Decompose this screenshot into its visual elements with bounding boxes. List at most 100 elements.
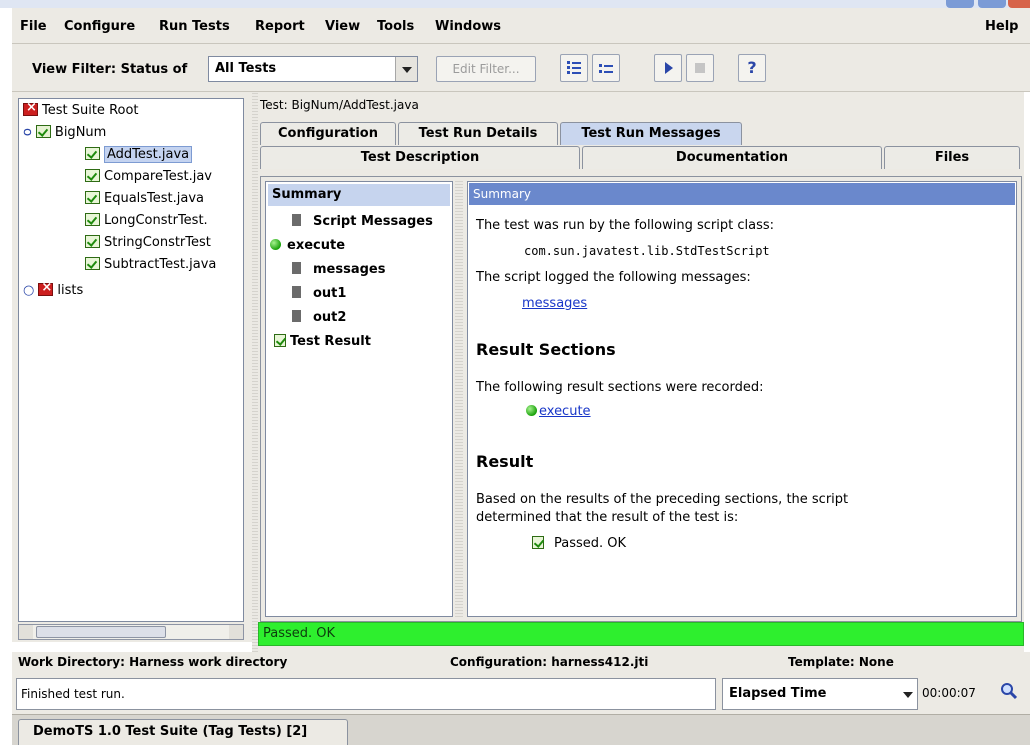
menu-run-tests[interactable]: Run Tests bbox=[159, 19, 230, 34]
magnifier-icon[interactable] bbox=[1000, 682, 1018, 700]
template-info: Template: None bbox=[788, 655, 894, 669]
passed-folder-icon bbox=[35, 125, 51, 138]
section-item[interactable]: out1 bbox=[292, 286, 346, 301]
stop-icon bbox=[695, 63, 705, 73]
summary-detail: Summary The test was run by the followin… bbox=[467, 181, 1017, 617]
view-filter-label: View Filter: Status of bbox=[32, 62, 188, 77]
tree-node-test[interactable]: StringConstrTest bbox=[85, 235, 211, 250]
chevron-down-icon bbox=[897, 679, 917, 709]
section-item[interactable]: Script Messages bbox=[292, 214, 433, 229]
section-item[interactable]: Test Result bbox=[274, 334, 371, 349]
script-class: com.sun.javatest.lib.StdTestScript bbox=[524, 244, 770, 258]
status-bar: Finished test run. Elapsed Time 00:00:07 bbox=[12, 674, 1030, 714]
result-sections-heading: Result Sections bbox=[476, 340, 616, 359]
content-splitter[interactable] bbox=[455, 181, 463, 617]
pass-status-icon bbox=[526, 405, 537, 416]
view-filter-value: All Tests bbox=[215, 61, 277, 76]
menu-report[interactable]: Report bbox=[255, 19, 305, 34]
passed-test-icon bbox=[85, 169, 100, 182]
tree-horizontal-scrollbar[interactable] bbox=[18, 624, 244, 640]
tab-files[interactable]: Files bbox=[884, 146, 1020, 169]
tab-test-run-messages[interactable]: Test Run Messages bbox=[560, 122, 742, 145]
document-icon bbox=[292, 262, 301, 274]
info-bar: Work Directory: Harness work directory C… bbox=[12, 652, 1030, 674]
list-expand-icon bbox=[567, 61, 581, 74]
collapse-tree-button[interactable] bbox=[592, 54, 620, 82]
failed-folder-icon bbox=[38, 280, 54, 296]
close-button[interactable] bbox=[1008, 0, 1030, 8]
section-list: Summary Script Messages execute messages… bbox=[265, 181, 453, 617]
passed-test-icon bbox=[85, 235, 100, 248]
section-item[interactable]: execute bbox=[270, 238, 345, 253]
recorded-text: The following result sections were recor… bbox=[476, 380, 764, 395]
suite-tab-strip: DemoTS 1.0 Test Suite (Tag Tests) [2] bbox=[12, 714, 1030, 745]
tree-node-test[interactable]: CompareTest.jav bbox=[85, 169, 212, 184]
tab-test-suite[interactable]: DemoTS 1.0 Test Suite (Tag Tests) [2] bbox=[18, 719, 348, 745]
section-item[interactable]: messages bbox=[292, 262, 385, 277]
test-details-panel: Test: BigNum/AddTest.java Configuration … bbox=[258, 92, 1024, 652]
view-filter-select[interactable]: All Tests bbox=[208, 56, 418, 82]
status-message: Finished test run. bbox=[16, 678, 716, 710]
result-value: Passed. OK bbox=[554, 536, 627, 551]
window-title-strip bbox=[0, 0, 1030, 8]
menu-view[interactable]: View bbox=[325, 19, 360, 34]
menu-tools[interactable]: Tools bbox=[377, 19, 414, 34]
test-path: Test: BigNum/AddTest.java bbox=[260, 98, 419, 112]
tree-node-test[interactable]: AddTest.java bbox=[85, 146, 193, 163]
passed-test-icon bbox=[85, 213, 100, 226]
logged-text: The script logged the following messages… bbox=[476, 270, 751, 285]
menu-file[interactable]: File bbox=[20, 19, 47, 34]
elapsed-time-select[interactable]: Elapsed Time bbox=[722, 678, 918, 710]
messages-link[interactable]: messages bbox=[522, 296, 587, 311]
tree-node-root[interactable]: Test Suite Root bbox=[23, 100, 139, 118]
tab-test-run-details[interactable]: Test Run Details bbox=[398, 122, 558, 145]
section-list-summary[interactable]: Summary bbox=[268, 184, 450, 206]
help-button[interactable]: ? bbox=[738, 54, 766, 82]
test-tree: Test Suite Root ᴑBigNum AddTest.java Com… bbox=[18, 98, 244, 622]
expand-tree-button[interactable] bbox=[560, 54, 588, 82]
menu-help[interactable]: Help bbox=[985, 19, 1018, 34]
tree-node-bignum[interactable]: ᴑ BigNum bbox=[23, 125, 106, 140]
play-icon bbox=[665, 62, 673, 74]
minimize-button[interactable] bbox=[946, 0, 974, 8]
passed-test-icon bbox=[85, 147, 100, 160]
document-icon bbox=[292, 286, 301, 298]
stop-tests-button[interactable] bbox=[686, 54, 714, 82]
menu-windows[interactable]: Windows bbox=[435, 19, 501, 34]
scroll-left-arrow-icon[interactable] bbox=[19, 625, 33, 639]
run-tests-button[interactable] bbox=[654, 54, 682, 82]
execute-link-row[interactable]: execute bbox=[526, 404, 591, 419]
passed-test-icon bbox=[274, 334, 286, 347]
document-icon bbox=[292, 214, 301, 226]
tree-node-lists[interactable]: ○lists bbox=[23, 280, 83, 298]
detail-header: Summary bbox=[469, 183, 1015, 205]
test-tree-panel: Test Suite Root ᴑBigNum AddTest.java Com… bbox=[12, 92, 252, 642]
tab-documentation[interactable]: Documentation bbox=[582, 146, 882, 169]
result-text-line-1: Based on the results of the preceding se… bbox=[476, 492, 849, 507]
tree-node-test[interactable]: EqualsTest.java bbox=[85, 191, 204, 206]
passed-test-icon bbox=[532, 536, 544, 549]
document-icon bbox=[292, 310, 301, 322]
expand-handle-icon[interactable]: ᴑ bbox=[23, 125, 32, 140]
messages-content: Summary Script Messages execute messages… bbox=[260, 176, 1022, 622]
scroll-right-arrow-icon[interactable] bbox=[229, 625, 243, 639]
maximize-button[interactable] bbox=[978, 0, 1006, 8]
test-status-bar: Passed. OK bbox=[258, 622, 1024, 646]
tab-test-description[interactable]: Test Description bbox=[260, 146, 580, 169]
result-text-line-2: determined that the result of the test i… bbox=[476, 510, 739, 525]
result-heading: Result bbox=[476, 452, 534, 471]
tree-node-test[interactable]: SubtractTest.java bbox=[85, 257, 216, 272]
execute-link[interactable]: execute bbox=[539, 404, 591, 419]
tree-node-test[interactable]: LongConstrTest. bbox=[85, 213, 208, 228]
scroll-thumb[interactable] bbox=[36, 626, 166, 638]
passed-test-icon bbox=[85, 191, 100, 204]
section-item[interactable]: out2 bbox=[292, 310, 346, 325]
expand-handle-icon[interactable]: ○ bbox=[23, 283, 34, 298]
menu-configure[interactable]: Configure bbox=[64, 19, 135, 34]
passed-test-icon bbox=[85, 257, 100, 270]
edit-filter-button[interactable]: Edit Filter... bbox=[436, 56, 536, 82]
tab-configuration[interactable]: Configuration bbox=[260, 122, 396, 145]
configuration-file: Configuration: harness412.jti bbox=[450, 655, 649, 669]
work-directory: Work Directory: Harness work directory bbox=[18, 655, 288, 669]
menu-bar: File Configure Run Tests Report View Too… bbox=[12, 8, 1030, 44]
